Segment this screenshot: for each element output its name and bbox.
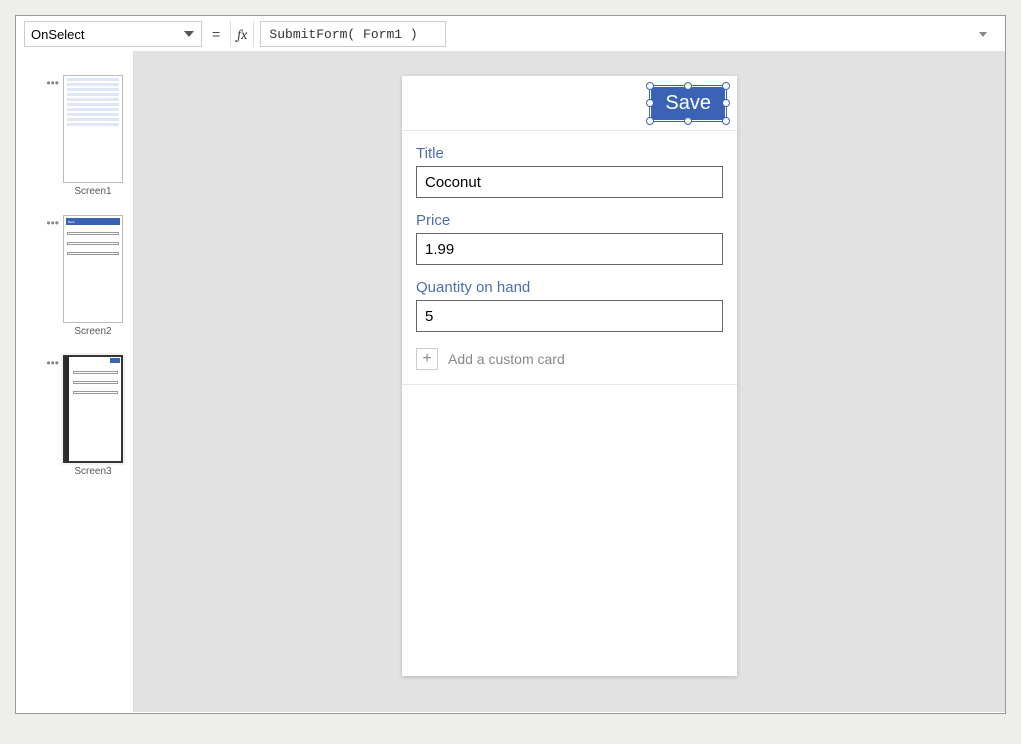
thumbnail-label: Screen3	[63, 466, 123, 477]
add-custom-card[interactable]: + Add a custom card	[416, 348, 723, 370]
field-input-price[interactable]	[416, 233, 723, 265]
screen-menu-icon[interactable]: •••	[46, 359, 59, 367]
resize-handle[interactable]	[684, 82, 692, 90]
resize-handle[interactable]	[684, 117, 692, 125]
save-button-selection[interactable]: Save	[651, 87, 725, 120]
plus-icon: +	[416, 348, 438, 370]
formula-input[interactable]	[260, 21, 446, 47]
thumbnail-label: Screen2	[63, 326, 123, 337]
field-input-quantity[interactable]	[416, 300, 723, 332]
form-body: Title Price Quantity on hand + Add a cus…	[402, 131, 737, 385]
thumbnail-group-3: ••• Screen3	[26, 355, 123, 477]
fx-label: fx	[230, 21, 254, 47]
screen-menu-icon[interactable]: •••	[46, 79, 59, 87]
field-label-title: Title	[416, 145, 723, 162]
screens-panel: ••• Screen1 ••• Back	[16, 51, 134, 712]
add-card-label: Add a custom card	[448, 351, 565, 367]
thumbnail-screen1[interactable]	[63, 75, 123, 183]
property-select[interactable]	[24, 21, 202, 47]
canvas-area[interactable]: Save Title Price	[134, 51, 1005, 712]
formula-input-wrap	[260, 21, 997, 47]
resize-handle[interactable]	[646, 82, 654, 90]
property-select-wrap	[24, 21, 202, 47]
resize-handle[interactable]	[646, 99, 654, 107]
thumbnail-screen2[interactable]: Back	[63, 215, 123, 323]
field-label-price: Price	[416, 212, 723, 229]
formula-bar: = fx	[16, 16, 1005, 51]
field-label-quantity: Quantity on hand	[416, 279, 723, 296]
thumbnail-screen3[interactable]	[63, 355, 123, 463]
thumbnail-group-2: ••• Back Screen2	[26, 215, 123, 337]
resize-handle[interactable]	[722, 82, 730, 90]
equals-label: =	[208, 26, 224, 42]
editor-area: ••• Screen1 ••• Back	[16, 51, 1005, 712]
thumbnail-label: Screen1	[63, 186, 123, 197]
save-button[interactable]: Save	[651, 87, 725, 120]
resize-handle[interactable]	[722, 117, 730, 125]
device-header: Save	[402, 76, 737, 131]
device-preview: Save Title Price	[402, 76, 737, 676]
resize-handle[interactable]	[646, 117, 654, 125]
app-frame: = fx ••• Screen1	[15, 15, 1006, 714]
resize-handle[interactable]	[722, 99, 730, 107]
field-input-title[interactable]	[416, 166, 723, 198]
thumbnail-group-1: ••• Screen1	[26, 75, 123, 197]
screen-menu-icon[interactable]: •••	[46, 219, 59, 227]
